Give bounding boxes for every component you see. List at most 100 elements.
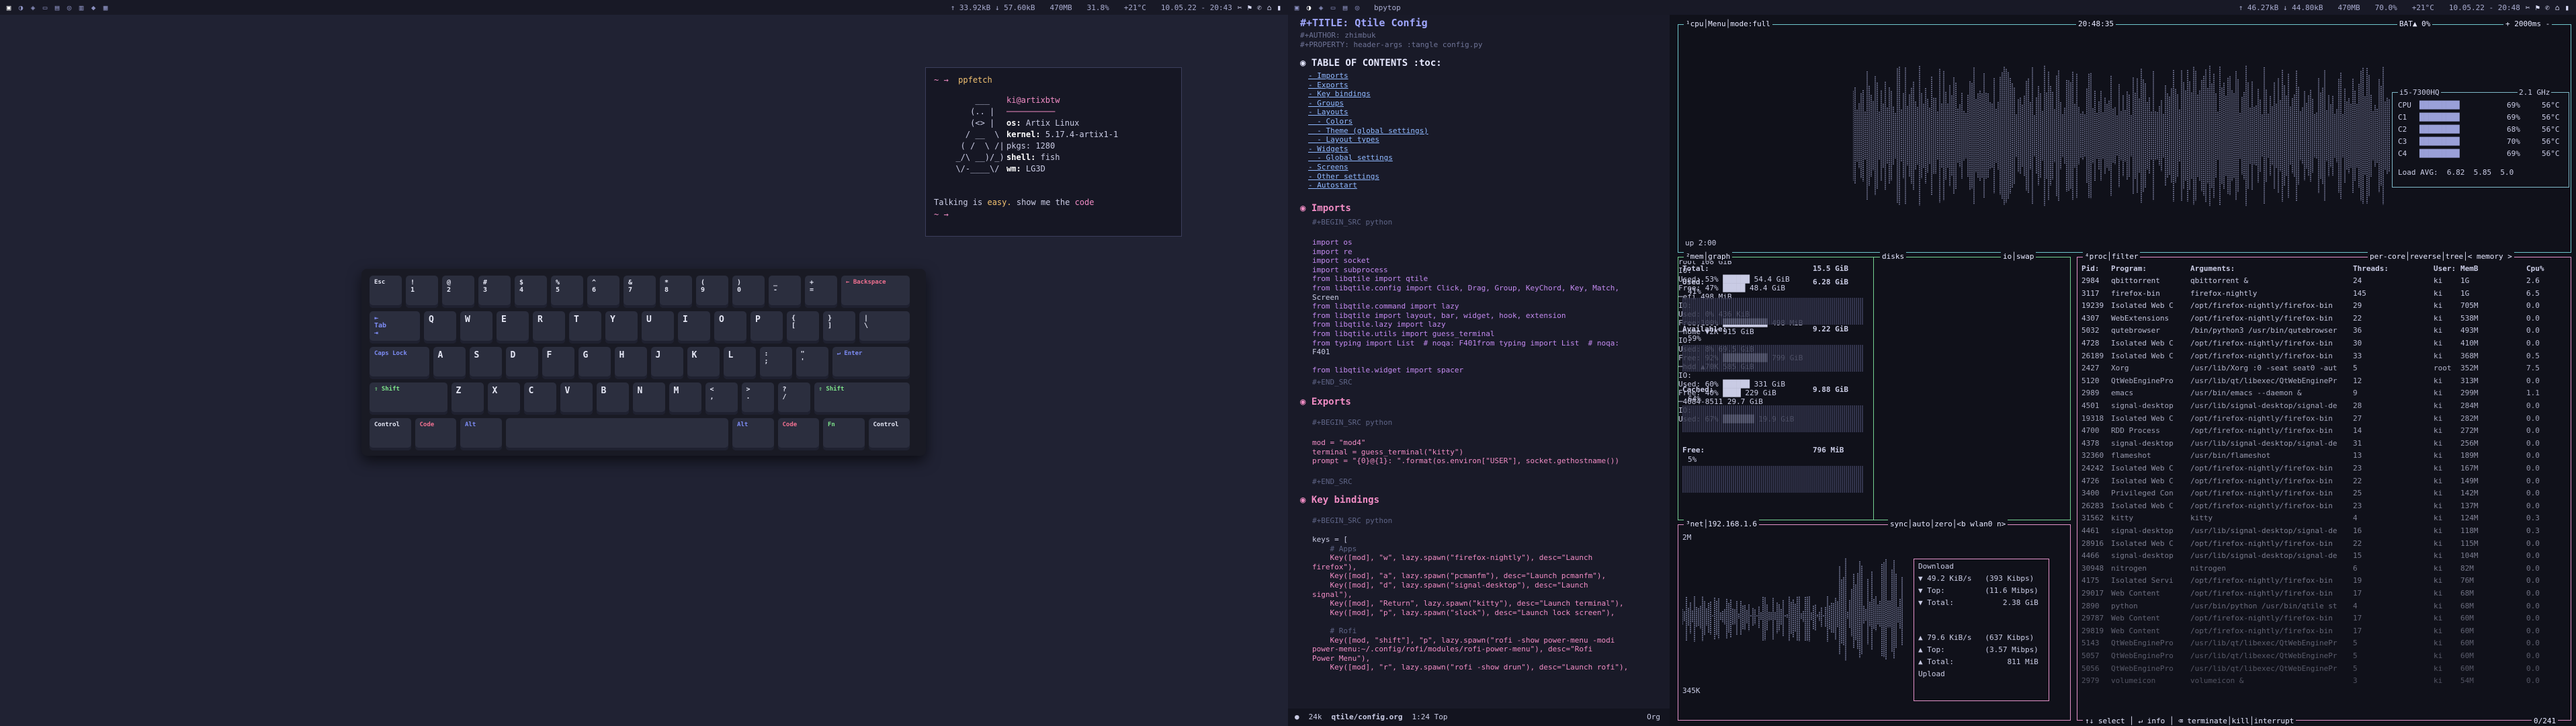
proc-cell[interactable]: ki [2434, 664, 2442, 673]
proc-cell[interactable]: 2979 [2081, 676, 2100, 685]
proc-cell[interactable]: 0.0 [2526, 589, 2540, 598]
proc-cell[interactable]: /opt/firefox-nightly/firefox-bin [2190, 426, 2333, 435]
proc-cell[interactable]: ki [2434, 514, 2442, 522]
proc-cell[interactable]: ki [2434, 576, 2442, 585]
proc-cell[interactable]: 115M [2460, 539, 2479, 548]
proc-cell[interactable]: 0.0 [2526, 501, 2540, 510]
proc-cell[interactable]: 5 [2353, 664, 2358, 673]
proc-cell[interactable]: 36 [2353, 326, 2362, 335]
proc-cell[interactable]: ki [2434, 602, 2442, 610]
proc-cell[interactable]: 0.0 [2526, 326, 2540, 335]
terminal-window[interactable]: ~ → ppfetch ___ (.. | (<> | / __ \ ( / \… [925, 67, 1182, 237]
proc-cell[interactable]: /usr/lib/Xorg :0 -seat seat0 -aut [2190, 364, 2337, 372]
proc-cell[interactable]: 4461 [2081, 526, 2100, 535]
proc-cell[interactable]: nitrogen [2111, 564, 2147, 573]
proc-cell[interactable]: 2890 [2081, 602, 2100, 610]
proc-cell[interactable]: ki [2434, 627, 2442, 635]
proc-cell[interactable]: 17 [2353, 614, 2362, 622]
proc-cell[interactable]: 54M [2460, 676, 2474, 685]
proc-cell[interactable]: 4700 [2081, 426, 2100, 435]
proc-cell[interactable]: ki [2434, 564, 2442, 573]
proc-cell[interactable]: 25 [2353, 489, 2362, 497]
proc-cell[interactable]: 3 [2353, 676, 2358, 685]
proc-cell[interactable]: 352M [2460, 364, 2479, 372]
proc-cell[interactable]: 9 [2353, 389, 2358, 397]
proc-cell[interactable]: 5120 [2081, 376, 2100, 385]
proc-cell[interactable]: 4175 [2081, 576, 2100, 585]
proc-cell[interactable]: 27 [2353, 414, 2362, 423]
bpytop-window[interactable]: ¹cpu│Menu│mode:full 20:48:35 BAT▲ 0% + 2… [1670, 15, 2576, 726]
proc-cell[interactable]: 6.5 [2526, 289, 2540, 298]
proc-cell[interactable]: qutebrowser [2111, 326, 2160, 335]
group-5-icon[interactable]: ▤ [52, 3, 62, 12]
proc-cell[interactable]: 0.0 [2526, 676, 2540, 685]
proc-cell[interactable]: 3400 [2081, 489, 2100, 497]
proc-footer[interactable]: ↑↓ select │ ↵ info │ ⌫ terminate│kill│in… [2083, 717, 2296, 725]
proc-cell[interactable]: ki [2434, 389, 2442, 397]
proc-cell[interactable]: /opt/firefox-nightly/firefox-bin [2190, 489, 2333, 497]
proc-cell[interactable]: root [2434, 364, 2452, 372]
proc-cell[interactable]: 82M [2460, 564, 2474, 573]
proc-cell[interactable]: 0.0 [2526, 664, 2540, 673]
proc-header-cell[interactable]: Arguments: [2190, 264, 2235, 273]
proc-cell[interactable]: 24 [2353, 276, 2362, 285]
proc-cell[interactable]: firefox-nightly [2190, 289, 2257, 298]
proc-cell[interactable]: /usr/lib/qt/libexec/QtWebEnginePr [2190, 651, 2337, 660]
proc-cell[interactable]: ki [2434, 477, 2442, 485]
proc-cell[interactable]: 60M [2460, 614, 2474, 622]
proc-cell[interactable]: 28916 [2081, 539, 2104, 548]
proc-cell[interactable]: 17 [2353, 627, 2362, 635]
group-2-icon[interactable]: ◑ [16, 3, 26, 12]
proc-cell[interactable]: 24242 [2081, 464, 2104, 473]
proc-cell[interactable]: 282M [2460, 414, 2479, 423]
layout-icon[interactable]: ▮ [2565, 3, 2569, 12]
proc-cell[interactable]: ki [2434, 526, 2442, 535]
proc-cell[interactable]: 538M [2460, 314, 2479, 323]
proc-cell[interactable]: /usr/lib/signal-desktop/signal-de [2190, 526, 2337, 535]
proc-cell[interactable]: Isolated Web C [2111, 301, 2174, 310]
proc-cell[interactable]: 124M [2460, 514, 2479, 522]
proc-header-cell[interactable]: MemB [2460, 264, 2479, 273]
proc-cell[interactable]: 13 [2353, 451, 2362, 460]
proc-cell[interactable]: 68M [2460, 602, 2474, 610]
proc-cell[interactable]: 145 [2353, 289, 2366, 298]
proc-cell[interactable]: ki [2434, 676, 2442, 685]
proc-cell[interactable]: 4307 [2081, 314, 2100, 323]
proc-cell[interactable]: nitrogen [2190, 564, 2226, 573]
group-5-icon[interactable]: ▤ [1340, 3, 1350, 12]
proc-cell[interactable]: /usr/bin/emacs --daemon & [2190, 389, 2302, 397]
proc-cell[interactable]: 19 [2353, 576, 2362, 585]
proc-cell[interactable]: qbittorrent & [2190, 276, 2248, 285]
proc-cell[interactable]: Isolated Web C [2111, 539, 2174, 548]
proc-cell[interactable]: Isolated Web C [2111, 414, 2174, 423]
proc-cell[interactable]: 4 [2353, 602, 2358, 610]
proc-cell[interactable]: 2.6 [2526, 276, 2540, 285]
proc-cell[interactable]: 2989 [2081, 389, 2100, 397]
proc-cell[interactable]: 272M [2460, 426, 2479, 435]
proc-cell[interactable]: 410M [2460, 339, 2479, 348]
proc-cell[interactable]: /opt/firefox-nightly/firefox-bin [2190, 614, 2333, 622]
cpu-title[interactable]: ¹cpu│Menu│mode:full [1684, 19, 1772, 28]
proc-cell[interactable]: /usr/lib/qt/libexec/QtWebEnginePr [2190, 639, 2337, 647]
proc-cell[interactable]: 313M [2460, 376, 2479, 385]
disk-io-swap[interactable]: io│swap [2001, 252, 2036, 261]
proc-cell[interactable]: 5 [2353, 651, 2358, 660]
proc-cell[interactable]: 6 [2353, 564, 2358, 573]
proc-cell[interactable]: 5143 [2081, 639, 2100, 647]
proc-cell[interactable]: 0.0 [2526, 439, 2540, 448]
signal-icon[interactable]: ✆ [2545, 3, 2550, 12]
net-title[interactable]: ³net│192.168.1.6 [1684, 520, 1759, 528]
proc-cell[interactable]: kitty [2111, 514, 2133, 522]
proc-cell[interactable]: RDD Process [2111, 426, 2160, 435]
proc-cell[interactable]: /opt/firefox-nightly/firefox-bin [2190, 339, 2333, 348]
group-4-icon[interactable]: ▭ [40, 3, 50, 12]
proc-cell[interactable]: 0.0 [2526, 627, 2540, 635]
proc-cell[interactable]: ki [2434, 439, 2442, 448]
proc-cell[interactable]: 493M [2460, 326, 2479, 335]
proc-cell[interactable]: ki [2434, 551, 2442, 560]
proc-cell[interactable]: QtWebEnginePro [2111, 664, 2174, 673]
proc-cell[interactable]: 22 [2353, 477, 2362, 485]
proc-cell[interactable]: ki [2434, 489, 2442, 497]
proc-cell[interactable]: 29017 [2081, 589, 2104, 598]
proc-cell[interactable]: ki [2434, 289, 2442, 298]
